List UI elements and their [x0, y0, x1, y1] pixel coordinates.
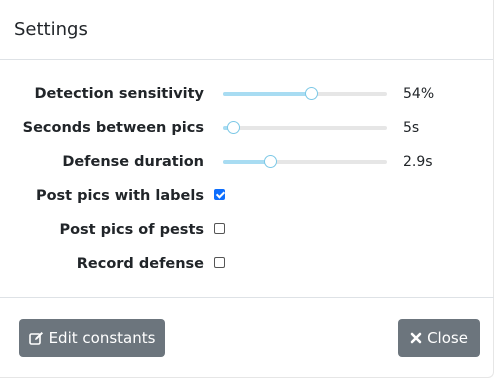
setting-row-post-pics-with-labels: Post pics with labels — [0, 182, 494, 210]
post-pics-of-pests-checkbox[interactable] — [214, 223, 225, 234]
edit-constants-label: Edit constants — [48, 329, 156, 347]
setting-row-record-defense: Record defense — [0, 250, 494, 278]
modal-body: Detection sensitivity 54% Seconds betwee… — [0, 60, 493, 297]
seconds-between-pics-label: Seconds between pics — [22, 120, 204, 136]
detection-sensitivity-label: Detection sensitivity — [34, 86, 204, 102]
setting-row-post-pics-of-pests: Post pics of pests — [0, 216, 494, 244]
post-pics-of-pests-label: Post pics of pests — [59, 222, 204, 238]
slider-thumb[interactable] — [227, 121, 241, 134]
slider-track — [223, 126, 387, 130]
edit-icon — [28, 331, 44, 345]
detection-sensitivity-value: 54% — [403, 86, 435, 102]
defense-duration-slider[interactable] — [223, 148, 387, 176]
edit-constants-button[interactable]: Edit constants — [19, 319, 165, 357]
slider-fill — [223, 92, 312, 96]
defense-duration-value: 2.9s — [403, 154, 433, 170]
record-defense-checkbox[interactable] — [214, 257, 225, 268]
setting-row-seconds-between-pics: Seconds between pics 5s — [0, 114, 494, 142]
post-pics-with-labels-checkbox[interactable] — [214, 189, 225, 200]
seconds-between-pics-value: 5s — [403, 120, 420, 136]
setting-row-defense-duration: Defense duration 2.9s — [0, 148, 494, 176]
seconds-between-pics-slider[interactable] — [223, 114, 387, 142]
defense-duration-label: Defense duration — [62, 154, 204, 170]
record-defense-label: Record defense — [76, 256, 204, 272]
slider-thumb[interactable] — [263, 155, 277, 168]
post-pics-with-labels-label: Post pics with labels — [35, 188, 204, 204]
slider-thumb[interactable] — [304, 87, 318, 100]
x-icon — [410, 332, 422, 344]
settings-modal: Settings Detection sensitivity 54% Secon… — [0, 0, 494, 378]
close-button[interactable]: Close — [398, 319, 480, 357]
modal-footer: Edit constants Close — [0, 297, 494, 378]
close-label: Close — [427, 329, 468, 347]
modal-title: Settings — [14, 19, 88, 40]
modal-header: Settings — [0, 0, 493, 60]
setting-row-detection-sensitivity: Detection sensitivity 54% — [0, 80, 494, 108]
detection-sensitivity-slider[interactable] — [223, 80, 387, 108]
